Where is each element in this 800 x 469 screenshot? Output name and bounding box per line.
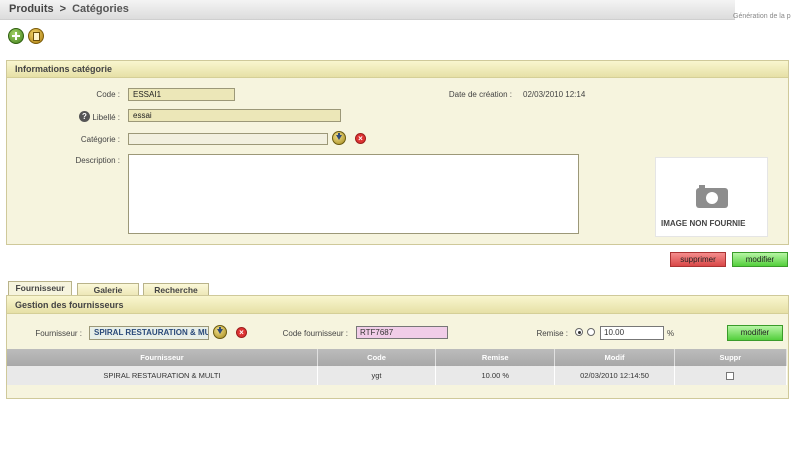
code-label: Code : <box>96 90 120 99</box>
code-fournisseur-label: Code fournisseur : <box>282 329 348 338</box>
cell-fournisseur: SPIRAL RESTAURATION & MULTI <box>7 366 318 385</box>
col-modif[interactable]: Modif <box>554 349 675 366</box>
breadcrumb: Produits > Catégories <box>9 3 129 15</box>
remise-input[interactable]: 10.00 <box>600 326 664 340</box>
code-field[interactable]: ESSAI1 <box>128 88 235 101</box>
categorie-field[interactable] <box>128 133 328 145</box>
delete-button[interactable]: supprimer <box>670 252 726 267</box>
description-textarea[interactable] <box>128 154 579 234</box>
breadcrumb-separator: > <box>59 3 67 15</box>
remise-unit: % <box>667 329 675 338</box>
tab-fournisseur[interactable]: Fournisseur <box>8 281 72 295</box>
camera-icon <box>696 185 728 208</box>
image-placeholder-text: IMAGE NON FOURNIE <box>661 219 746 228</box>
code-fournisseur-input[interactable]: RTF7687 <box>356 326 448 339</box>
breadcrumb-root[interactable]: Produits <box>9 3 54 15</box>
category-image: IMAGE NON FOURNIE <box>655 157 768 237</box>
fournisseur-clear-icon[interactable]: × <box>236 327 247 338</box>
date-value: 02/03/2010 12:14 <box>523 90 586 99</box>
categorie-label: Catégorie : <box>80 135 120 144</box>
cell-remise: 10.00 % <box>435 366 556 385</box>
remise-percent-radio[interactable] <box>575 328 583 336</box>
info-panel-title: Informations catégorie <box>7 61 788 78</box>
remise-amount-radio[interactable] <box>587 328 595 336</box>
suppliers-table: Fournisseur Code Remise Modif Suppr SPIR… <box>7 349 788 385</box>
supplier-modify-button[interactable]: modifier <box>727 325 783 341</box>
table-header-row: Fournisseur Code Remise Modif Suppr <box>7 349 788 366</box>
suppliers-panel-title: Gestion des fournisseurs <box>7 296 788 314</box>
categorie-clear-icon[interactable]: × <box>355 133 366 144</box>
fournisseur-label: Fournisseur : <box>35 329 82 338</box>
breadcrumb-current: Catégories <box>72 3 129 15</box>
cell-modif: 02/03/2010 12:14:50 <box>554 366 675 385</box>
col-fournisseur[interactable]: Fournisseur <box>7 349 318 366</box>
add-icon[interactable] <box>8 28 24 44</box>
col-remise[interactable]: Remise <box>435 349 556 366</box>
fournisseur-select-icon[interactable] <box>213 325 227 339</box>
categorie-select-icon[interactable] <box>332 131 346 145</box>
generation-note: Génération de la p <box>733 13 791 20</box>
col-code[interactable]: Code <box>317 349 437 366</box>
col-suppr[interactable]: Suppr <box>674 349 788 366</box>
cell-code: ygt <box>317 366 437 385</box>
remise-label: Remise : <box>536 329 568 338</box>
libelle-label: Libellé : <box>92 113 120 122</box>
libelle-field[interactable]: essai <box>128 109 341 122</box>
description-label: Description : <box>75 156 120 165</box>
suppr-checkbox[interactable] <box>726 372 735 380</box>
table-row[interactable]: SPIRAL RESTAURATION & MULTI ygt 10.00 % … <box>7 366 788 385</box>
cell-suppr <box>674 366 788 385</box>
modify-button[interactable]: modifier <box>732 252 788 267</box>
fournisseur-field[interactable]: SPIRAL RESTAURATION & MULTI <box>89 326 209 340</box>
copy-icon[interactable] <box>28 28 44 44</box>
date-label: Date de création : <box>448 90 512 99</box>
